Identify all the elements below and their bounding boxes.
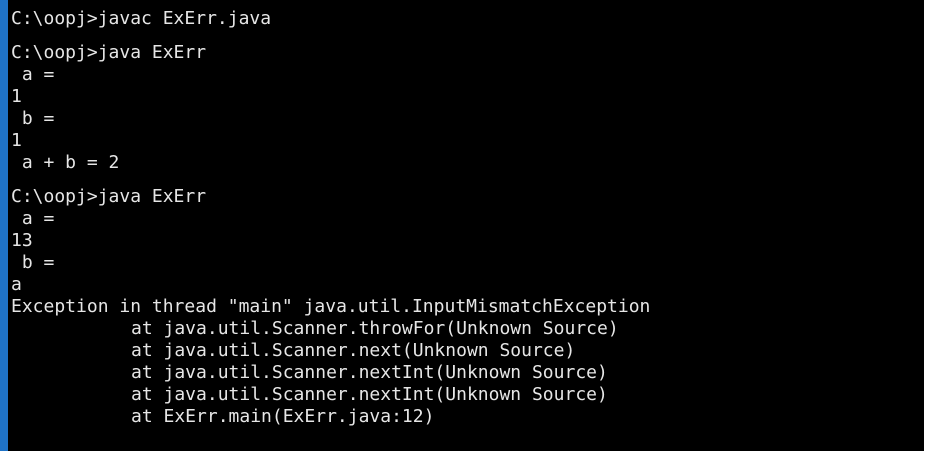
console-line: a = <box>11 208 55 229</box>
exception-line: Exception in thread "main" java.util.Inp… <box>11 296 651 317</box>
stack-trace-line: at java.util.Scanner.throwFor(Unknown So… <box>131 318 619 339</box>
console-line: a + b = 2 <box>11 152 120 173</box>
console-line: b = <box>11 108 55 129</box>
stack-trace-line: at ExErr.main(ExErr.java:12) <box>131 406 435 427</box>
console-output: C:\oopj>javac ExErr.java C:\oopj>java Ex… <box>8 0 924 428</box>
screen-edge <box>924 0 938 451</box>
console-window[interactable]: C:\oopj>javac ExErr.java C:\oopj>java Ex… <box>0 0 924 451</box>
console-line: b = <box>11 252 55 273</box>
console-line: C:\oopj>java ExErr <box>11 186 207 207</box>
console-line: 13 <box>11 230 33 251</box>
console-line: 1 <box>11 130 22 151</box>
stack-trace-line: at java.util.Scanner.nextInt(Unknown Sou… <box>131 362 608 383</box>
console-line: a <box>11 274 22 295</box>
console-line: 1 <box>11 86 22 107</box>
stack-trace-line: at java.util.Scanner.nextInt(Unknown Sou… <box>131 384 608 405</box>
stack-trace-line: at java.util.Scanner.next(Unknown Source… <box>131 340 576 361</box>
console-line: C:\oopj>javac ExErr.java <box>11 8 272 29</box>
console-line: C:\oopj>java ExErr <box>11 42 207 63</box>
console-line: a = <box>11 64 55 85</box>
